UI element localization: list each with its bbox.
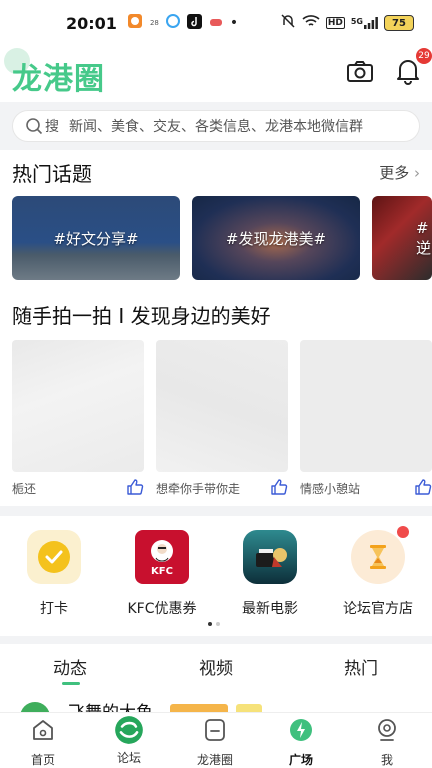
status-time: 20:01 <box>66 13 117 33</box>
photo-caption: 栀还 <box>12 482 37 496</box>
app-notification-icon <box>127 13 143 33</box>
tool-official-store[interactable]: 论坛官方店 <box>324 526 432 618</box>
search-icon <box>26 118 43 135</box>
tab-hot[interactable]: 热门 <box>344 654 378 679</box>
nav-plaza[interactable]: 广场 <box>258 717 344 768</box>
thumbs-up-icon[interactable] <box>414 478 432 496</box>
kfc-logo-text: KFC <box>151 565 173 577</box>
photo-section-title: 随手拍一拍 I 发现身边的美好 <box>12 304 271 328</box>
tiktok-icon <box>186 13 202 33</box>
content-card: 热门话题 更多 › #好文分享# #发现龙港美# #逆 随手拍一拍 I 发现身边… <box>0 150 432 506</box>
topic-card[interactable]: #好文分享# <box>12 196 180 280</box>
topic-label: #好文分享# <box>53 229 139 248</box>
tab-dynamic[interactable]: 动态 <box>53 654 87 679</box>
feed-section: 动态 视频 热门 飞舞的大鱼 <box>0 644 432 714</box>
wifi-icon <box>302 14 320 32</box>
net-label: 5G <box>350 17 363 26</box>
battery-icon: 75 <box>384 15 414 31</box>
profile-icon <box>378 719 396 741</box>
hot-topics-title: 热门话题 <box>12 162 92 186</box>
mute-icon <box>280 13 296 33</box>
search-input[interactable]: 搜 新闻、美食、交友、各类信息、龙港本地微信群 <box>12 110 420 142</box>
tool-label: 最新电影 <box>242 601 298 617</box>
nav-label: 论坛 <box>116 751 141 765</box>
search-area: 搜 新闻、美食、交友、各类信息、龙港本地微信群 <box>0 102 432 148</box>
nav-label: 龙港圈 <box>196 753 233 767</box>
nav-label: 广场 <box>288 753 313 767</box>
game-icon <box>209 14 223 32</box>
qq-browser-icon <box>165 14 180 32</box>
photo-caption: 情感小憩站 <box>300 482 361 496</box>
movie-icon <box>243 530 297 584</box>
check-in-icon <box>27 530 81 584</box>
topic-label: #逆 <box>416 218 432 257</box>
battery-level: 75 <box>392 17 406 29</box>
nav-home[interactable]: 首页 <box>0 717 86 768</box>
tool-check-in[interactable]: 打卡 <box>0 530 108 618</box>
signal-5g-icon: 5G <box>351 17 378 29</box>
hourglass-icon <box>351 526 409 584</box>
dot-icon: • <box>229 15 239 31</box>
calendar-day: 28 <box>149 19 159 27</box>
app-logo: 龙港圈 <box>12 62 105 97</box>
page-indicator <box>208 622 220 626</box>
quick-tools: 打卡 KFC KFC优惠券 最新电影 论坛官方店 <box>0 516 432 636</box>
hd-icon: HD <box>325 17 345 29</box>
app-header: 龙港圈 29 <box>0 46 432 102</box>
search-placeholder: 新闻、美食、交友、各类信息、龙港本地微信群 <box>69 119 363 135</box>
forum-icon <box>115 716 143 744</box>
nav-circle[interactable]: 龙港圈 <box>172 717 258 768</box>
tool-label: KFC优惠券 <box>127 601 197 617</box>
photo-thumbnail[interactable] <box>300 340 432 472</box>
chevron-right-icon: › <box>414 164 420 182</box>
tool-label: 论坛官方店 <box>343 601 413 617</box>
tool-label: 打卡 <box>40 601 68 617</box>
circle-icon <box>205 719 225 741</box>
page-dot <box>216 622 220 626</box>
more-label: 更多 <box>379 164 410 182</box>
calendar-icon: 28 <box>150 19 159 27</box>
topic-card[interactable]: #发现龙港美# <box>192 196 360 280</box>
bottom-navigation: 首页 论坛 龙港圈 广场 我 <box>0 712 432 768</box>
nav-forum[interactable]: 论坛 <box>86 716 172 766</box>
home-icon <box>33 720 53 740</box>
app-screen: 20:01 28 • HD 5G 75 龙港圈 29 搜 新闻、美食、交友、各类… <box>0 0 432 768</box>
kfc-icon: KFC <box>135 530 189 584</box>
plaza-icon <box>290 719 312 741</box>
tab-video[interactable]: 视频 <box>199 654 233 679</box>
camera-button[interactable] <box>346 58 374 86</box>
more-topics-link[interactable]: 更多 › <box>379 162 420 183</box>
tool-kfc[interactable]: KFC KFC优惠券 <box>108 530 216 618</box>
nav-label: 首页 <box>30 753 55 767</box>
topic-label: #发现龙港美# <box>225 229 327 248</box>
notification-badge: 29 <box>416 48 432 64</box>
thumbs-up-icon[interactable] <box>270 478 288 496</box>
thumbs-up-icon[interactable] <box>126 478 144 496</box>
search-prefix: 搜 <box>45 119 59 135</box>
active-tab-indicator <box>62 682 80 685</box>
photo-thumbnail[interactable] <box>12 340 144 472</box>
photo-thumbnail[interactable] <box>156 340 288 472</box>
nav-profile[interactable]: 我 <box>344 717 430 768</box>
topic-card[interactable]: #逆 <box>372 196 432 280</box>
photo-caption: 想牵你手带你走 <box>156 482 241 496</box>
tool-movie[interactable]: 最新电影 <box>216 530 324 618</box>
nav-label: 我 <box>380 753 393 767</box>
new-dot-badge <box>397 526 409 538</box>
camera-icon <box>347 61 373 82</box>
page-dot-active <box>208 622 212 626</box>
status-bar: 20:01 28 • HD 5G 75 <box>0 0 432 46</box>
